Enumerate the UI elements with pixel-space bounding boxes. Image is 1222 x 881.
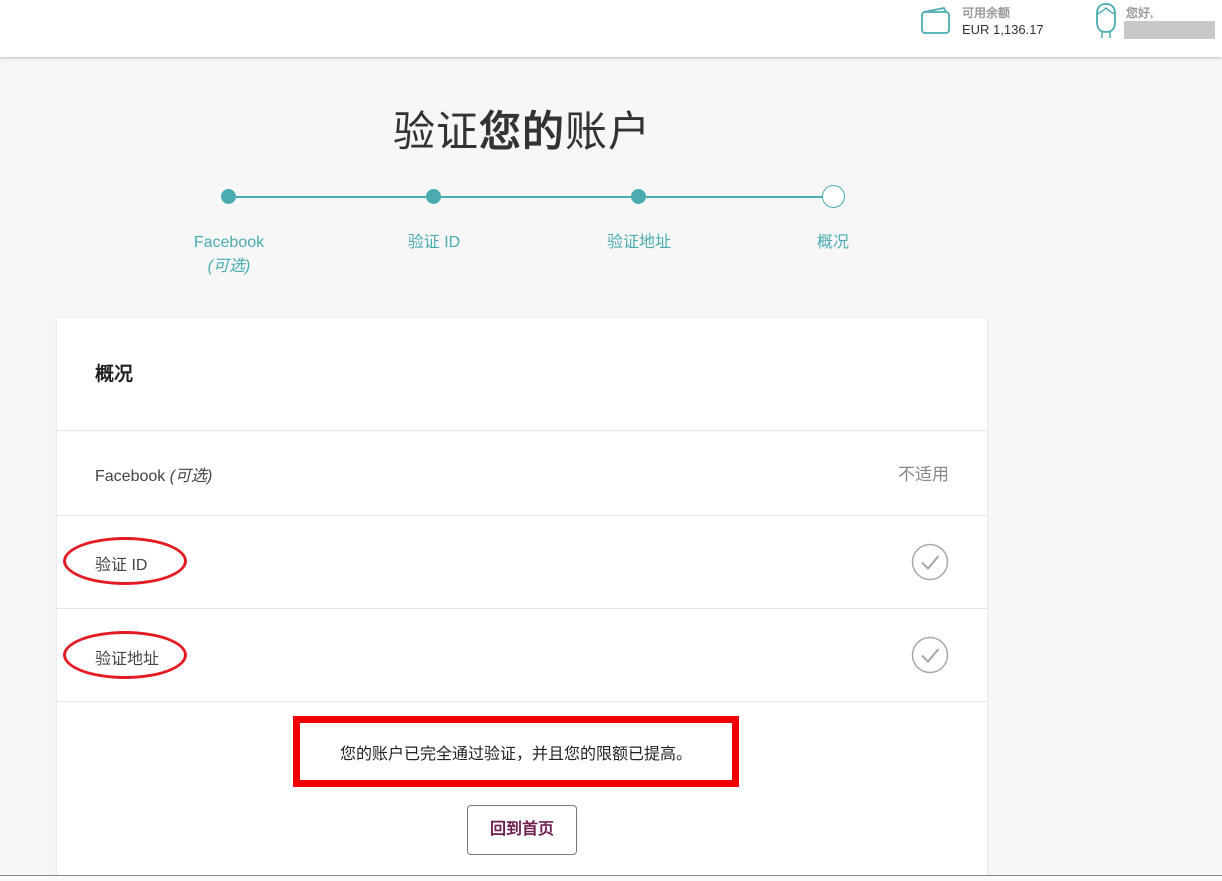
step-label-text: Facebook (193, 234, 265, 251)
step-label-verify-address[interactable]: 验证地址 (559, 231, 719, 255)
summary-card: 概况 Facebook (可选) 不适用 验证 ID 验证地址 您的账户已完全通… (57, 318, 987, 881)
summary-row-facebook: Facebook (可选) 不适用 (57, 430, 987, 515)
step-dot-facebook (221, 189, 236, 204)
step-label-summary[interactable]: 概况 (753, 231, 913, 255)
check-circle-icon (911, 636, 949, 674)
check-circle-icon (911, 543, 949, 581)
annotation-box-notice: 您的账户已完全通过验证，并且您的限额已提高。 (293, 716, 739, 787)
annotation-oval-verify-address (63, 631, 187, 679)
user-avatar-icon[interactable] (1092, 2, 1120, 40)
progress-stepper: Facebook (可选) 验证 ID 验证地址 概况 (0, 0, 1044, 300)
bottom-edge (0, 875, 1222, 881)
step-sublabel-text: (可选) (207, 258, 251, 275)
summary-row-verify-id: 验证 ID (57, 515, 987, 607)
status-not-applicable: 不适用 (898, 465, 949, 484)
step-dot-summary (822, 185, 845, 208)
summary-row-verify-address: 验证地址 (57, 608, 987, 701)
card-title: 概况 (95, 364, 134, 385)
step-dot-verify-address (631, 189, 646, 204)
row-sublabel-text: (可选) (169, 468, 213, 485)
row-label-text: Facebook (95, 468, 166, 485)
step-dot-verify-id (426, 189, 441, 204)
stepper-line (228, 196, 832, 198)
row-label-facebook: Facebook (可选) (95, 462, 212, 486)
step-label-facebook[interactable]: Facebook (可选) (149, 231, 309, 279)
annotation-oval-verify-id (63, 537, 187, 585)
verification-notice: 您的账户已完全通过验证，并且您的限额已提高。 (339, 746, 692, 763)
username-redacted (1124, 21, 1215, 39)
back-to-home-button[interactable]: 回到首页 (467, 805, 577, 855)
step-label-verify-id[interactable]: 验证 ID (354, 231, 514, 255)
greeting-label: 您好, (1126, 6, 1154, 20)
